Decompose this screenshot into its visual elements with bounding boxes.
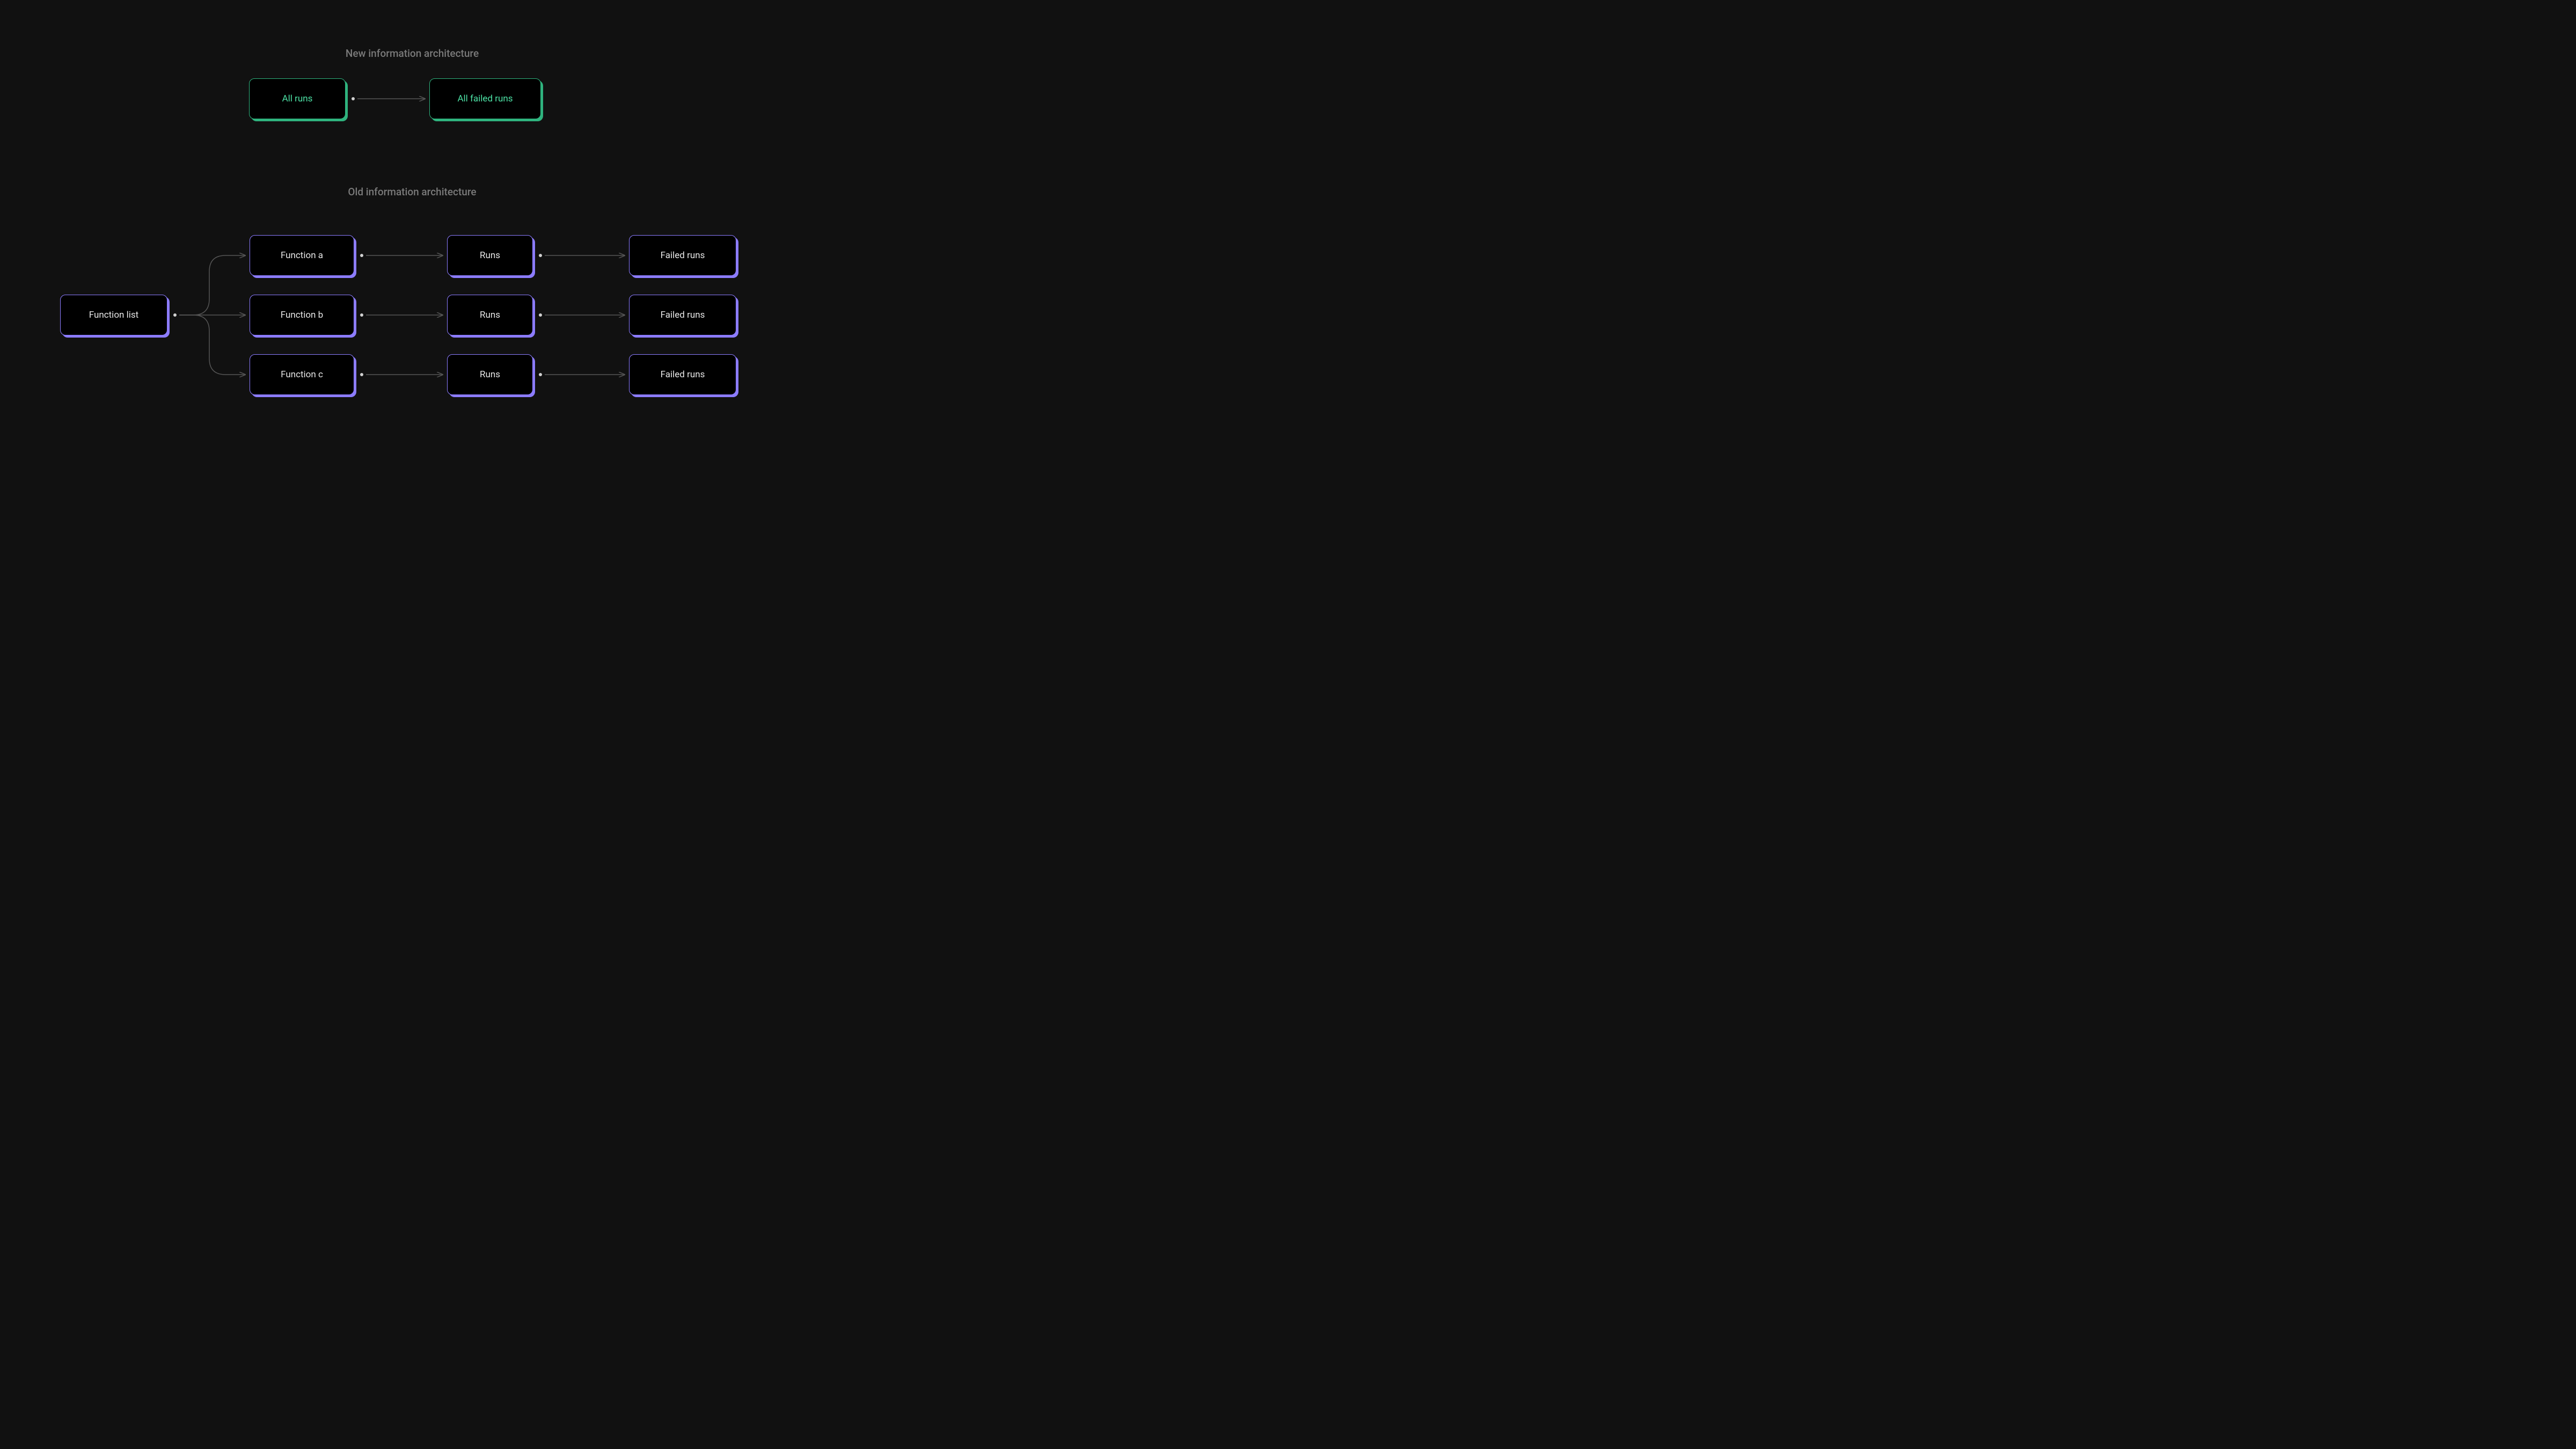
node-function-b-label: Function b bbox=[281, 310, 323, 320]
node-runs-c-label: Runs bbox=[480, 369, 500, 380]
node-all-runs: All runs bbox=[249, 78, 346, 119]
node-all-runs-label: All runs bbox=[282, 93, 313, 104]
node-failed-runs-c-label: Failed runs bbox=[661, 369, 705, 380]
node-runs-a: Runs bbox=[447, 235, 533, 276]
node-function-c: Function c bbox=[250, 354, 354, 395]
arrow-list-to-a bbox=[179, 255, 245, 315]
node-failed-runs-b-label: Failed runs bbox=[661, 310, 705, 320]
node-failed-runs-b: Failed runs bbox=[629, 295, 736, 335]
dot-function-a-out bbox=[360, 254, 363, 257]
dot-function-b-out bbox=[360, 313, 363, 317]
node-runs-b: Runs bbox=[447, 295, 533, 335]
node-function-a: Function a bbox=[250, 235, 354, 276]
dot-runs-a-out bbox=[539, 254, 542, 257]
node-all-failed-runs-label: All failed runs bbox=[457, 93, 513, 104]
new-arch-title: New information architecture bbox=[0, 47, 824, 60]
old-arch-title: Old information architecture bbox=[0, 186, 824, 198]
node-runs-b-label: Runs bbox=[480, 310, 500, 320]
node-failed-runs-a: Failed runs bbox=[629, 235, 736, 276]
node-function-list: Function list bbox=[60, 295, 167, 335]
diagram-canvas: New information architecture Old informa… bbox=[0, 0, 824, 464]
dot-function-list-out bbox=[173, 313, 177, 317]
node-all-failed-runs: All failed runs bbox=[429, 78, 541, 119]
node-function-a-label: Function a bbox=[281, 250, 323, 261]
node-function-c-label: Function c bbox=[281, 369, 323, 380]
node-runs-a-label: Runs bbox=[480, 250, 500, 261]
node-failed-runs-c: Failed runs bbox=[629, 354, 736, 395]
dot-runs-b-out bbox=[539, 313, 542, 317]
dot-all-runs-out bbox=[352, 97, 355, 100]
node-failed-runs-a-label: Failed runs bbox=[661, 250, 705, 261]
node-function-b: Function b bbox=[250, 295, 354, 335]
dot-function-c-out bbox=[360, 373, 363, 376]
node-runs-c: Runs bbox=[447, 354, 533, 395]
node-function-list-label: Function list bbox=[89, 310, 138, 320]
dot-runs-c-out bbox=[539, 373, 542, 376]
arrow-list-to-c bbox=[179, 315, 245, 375]
